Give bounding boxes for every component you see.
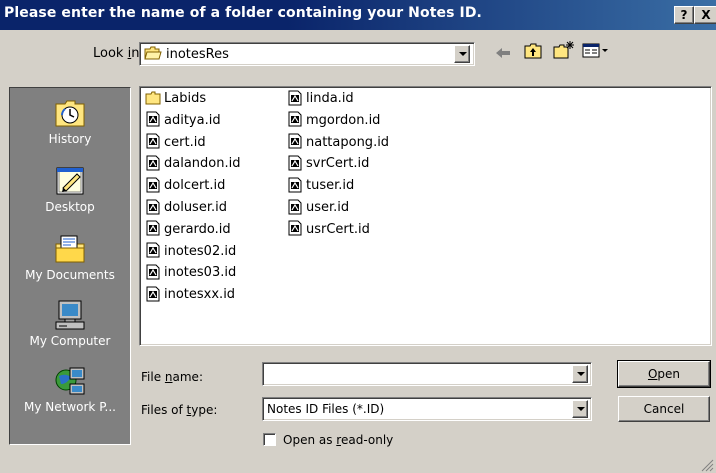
look-in-combo[interactable]: inotesRes [139,42,475,66]
place-history[interactable]: History [10,96,130,146]
id-file-icon [288,133,302,149]
file-item-label: cert.id [164,134,206,150]
file-item-label: tuser.id [306,178,355,194]
place-label: Desktop [45,200,95,214]
place-my-computer[interactable]: My Computer [10,298,130,348]
file-item[interactable]: dolcert.id [145,177,225,195]
id-file-icon [288,220,302,236]
id-file-icon [146,242,160,258]
id-file-icon [288,177,302,193]
help-button[interactable]: ? [674,6,694,24]
file-item-label: gerardo.id [164,221,231,237]
my-computer-icon [55,300,85,330]
file-item-label: doluser.id [164,200,227,215]
file-item[interactable]: inotesxx.id [145,286,235,304]
folder-item[interactable]: Labids [145,90,206,108]
look-in-value: inotesRes [166,47,229,62]
file-item[interactable]: inotes02.id [145,242,237,261]
file-item[interactable]: linda.id [287,90,354,108]
file-item-label: inotes03.id [164,265,237,281]
back-arrow-icon[interactable] [495,46,511,60]
cancel-button[interactable]: Cancel [618,396,710,422]
file-item[interactable]: dalandon.id [145,155,240,173]
file-item-label: user.id [306,200,350,215]
id-file-icon [146,286,160,302]
desktop-icon [56,167,84,195]
my-network-places-icon [55,367,85,395]
file-item-label: dalandon.id [164,156,241,172]
file-item[interactable]: gerardo.id [145,220,231,239]
place-label: My Documents [25,268,115,282]
look-in-label: Look in: [93,46,144,61]
create-new-folder-icon[interactable] [553,40,575,60]
id-file-icon [288,90,302,105]
dialog-title: Please enter the name of a folder contai… [4,5,482,21]
file-item[interactable]: usrCert.id [287,220,370,239]
id-file-icon [146,220,160,236]
places-bar: History Desktop My Documents My Computer [9,87,131,445]
files-of-type-dropdown-button[interactable] [572,400,588,418]
help-icon: ? [680,8,688,22]
folder-icon [145,91,161,104]
file-item[interactable]: tuser.id [287,177,354,195]
file-item-label: inotes02.id [164,243,237,259]
my-documents-icon [55,235,85,263]
place-label: My Computer [29,334,111,348]
file-item-label: linda.id [306,91,354,106]
file-item-label: usrCert.id [306,221,370,237]
place-my-network-places[interactable]: My Network P... [10,364,130,414]
close-button[interactable]: X [694,6,716,24]
file-item-label: Labids [164,91,207,106]
file-item[interactable]: inotes03.id [145,264,236,282]
file-item[interactable]: mgordon.id [287,111,381,130]
place-my-documents[interactable]: My Documents [10,232,130,282]
files-of-type-label: Files of type: [141,403,218,417]
file-item[interactable]: nattapong.id [287,133,390,152]
open-read-only-checkbox[interactable] [263,433,276,446]
file-item-label: svrCert.id [306,156,370,172]
file-item[interactable]: cert.id [145,133,206,152]
id-file-icon [146,111,160,127]
id-file-icon [146,264,160,280]
file-name-dropdown-button[interactable] [572,365,588,383]
up-one-level-icon[interactable] [524,42,542,60]
open-read-only-label: Open as read-only [283,433,394,447]
file-item[interactable]: doluser.id [145,199,227,217]
open-button[interactable]: Open [617,360,711,388]
file-name-combo[interactable] [262,362,592,386]
place-desktop[interactable]: Desktop [10,164,130,214]
id-file-icon [288,155,302,171]
file-item-label: inotesxx.id [164,287,236,303]
file-item[interactable]: svrCert.id [287,155,369,173]
file-item-label: nattapong.id [306,134,390,150]
id-file-icon [146,177,160,193]
id-file-icon [288,199,302,214]
id-file-icon [288,111,302,127]
id-file-icon [146,199,160,214]
title-bar[interactable]: Please enter the name of a folder contai… [0,0,716,30]
look-in-dropdown-button[interactable] [454,45,470,63]
place-label: My Network P... [24,400,116,414]
history-icon [55,100,85,127]
file-item[interactable]: aditya.id [145,111,221,130]
file-item-label: aditya.id [164,112,221,128]
file-name-label: File name: [141,370,203,384]
size-grip-icon[interactable] [700,458,714,472]
id-file-icon [146,155,160,171]
file-item-label: mgordon.id [306,112,381,128]
file-item[interactable]: user.id [287,199,349,217]
files-of-type-value: Notes ID Files (*.ID) [267,402,385,416]
file-item-label: dolcert.id [164,178,226,194]
place-label: History [48,132,92,146]
id-file-icon [146,133,160,149]
files-of-type-combo[interactable]: Notes ID Files (*.ID) [262,397,592,421]
file-list[interactable]: Labids aditya.id cert.id dalandon.id dolcert… [139,86,712,346]
view-menu-icon[interactable] [582,43,610,59]
close-icon: X [701,8,711,22]
folder-open-icon [144,46,162,60]
